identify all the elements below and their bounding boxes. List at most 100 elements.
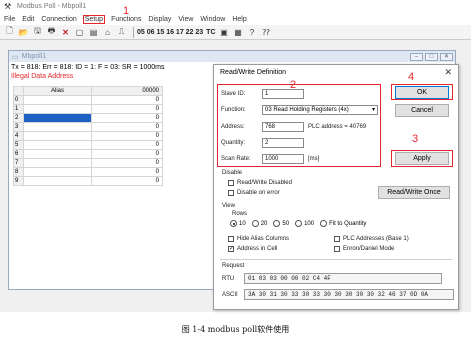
ok-button[interactable]: OK	[395, 86, 449, 99]
rows-option-label: 50	[282, 220, 290, 227]
menu-display[interactable]: Display	[148, 16, 171, 23]
scan-rate-unit: [ms]	[308, 156, 320, 162]
table-row[interactable]: 30	[13, 122, 163, 132]
pulse-icon[interactable]: ⎍	[116, 27, 127, 38]
row-index: 7	[13, 158, 24, 168]
function-codes[interactable]: 05 06 15 16 17 22 23	[137, 29, 203, 36]
alias-cell[interactable]	[23, 104, 92, 114]
table-row[interactable]: 10	[13, 104, 163, 114]
menu-edit[interactable]: Edit	[22, 16, 34, 23]
child-title-bar: ▭ Mbpoll1 – □ ✕	[9, 51, 455, 62]
read-write-once-button[interactable]: Read/Write Once	[378, 186, 450, 199]
rows-radio-100[interactable]: 100	[295, 220, 314, 227]
grid-header-alias: Alias	[23, 86, 92, 96]
value-cell[interactable]: 0	[91, 122, 163, 132]
apply-button[interactable]: Apply	[395, 152, 449, 165]
rows-radio-fit[interactable]: Fit to Quantity	[320, 220, 366, 227]
table-row[interactable]: 80	[13, 167, 163, 177]
close-icon[interactable]: ✕	[444, 67, 452, 78]
row-index: 2	[13, 113, 24, 123]
address-in-cell-checkbox[interactable]: ✓ Address in Cell	[228, 246, 277, 252]
table-row[interactable]: 40	[13, 131, 163, 141]
grid-icon[interactable]: ▦	[233, 27, 244, 38]
checkbox-icon	[228, 190, 234, 196]
alias-cell[interactable]	[23, 113, 92, 123]
alias-cell[interactable]	[23, 167, 92, 177]
alias-cell[interactable]	[23, 131, 92, 141]
menu-file[interactable]: File	[4, 16, 15, 23]
table-row[interactable]: 60	[13, 149, 163, 159]
value-cell[interactable]: 0	[91, 95, 163, 105]
alias-cell[interactable]	[23, 149, 92, 159]
alias-cell[interactable]	[23, 122, 92, 132]
value-cell[interactable]: 0	[91, 104, 163, 114]
rtu-row: RTU 01 03 03 00 00 02 C4 4F	[222, 273, 442, 284]
traffic-button[interactable]: TC	[206, 29, 215, 36]
table-row[interactable]: 50	[13, 140, 163, 150]
register-grid: Alias 00000 00 10 20 30 40 50 60 70 80 9…	[13, 86, 163, 186]
print-icon[interactable]: 🖶	[46, 26, 57, 38]
table-row[interactable]: 00	[13, 95, 163, 105]
maximize-icon[interactable]: □	[425, 53, 438, 61]
document-icon[interactable]: ▤	[88, 27, 99, 38]
checkbox-icon	[334, 236, 340, 242]
ascii-request-field: 3A 30 31 30 33 30 33 30 30 30 30 30 32 4…	[244, 289, 454, 300]
scan-rate-input[interactable]: 1000	[262, 154, 304, 164]
slave-id-input[interactable]: 1	[262, 89, 304, 99]
row-index: 4	[13, 131, 24, 141]
value-cell[interactable]: 0	[91, 176, 163, 186]
value-cell[interactable]: 0	[91, 131, 163, 141]
quantity-input[interactable]: 2	[262, 138, 304, 148]
function-select[interactable]: 03 Read Holding Registers (4x) ▾	[262, 105, 378, 115]
alias-cell[interactable]	[23, 140, 92, 150]
row-index: 1	[13, 104, 24, 114]
address-input[interactable]: 768	[262, 122, 304, 132]
value-cell[interactable]: 0	[91, 140, 163, 150]
annotation-3: 3	[412, 133, 419, 145]
save-icon[interactable]: 🖫	[32, 26, 43, 38]
value-cell[interactable]: 0	[91, 113, 163, 123]
cancel-button[interactable]: Cancel	[395, 104, 449, 117]
view-group-label: View	[222, 203, 235, 209]
hide-alias-checkbox[interactable]: Hide Alias Columns	[228, 236, 289, 242]
disconnect-icon[interactable]: ✕	[60, 27, 71, 38]
enron-mode-checkbox[interactable]: Enron/Daniel Mode	[334, 246, 394, 252]
value-cell[interactable]: 0	[91, 149, 163, 159]
rows-radio-50[interactable]: 50	[273, 220, 289, 227]
read-write-disabled-checkbox[interactable]: Read/Write Disabled	[228, 180, 292, 186]
row-index: 9	[13, 176, 24, 186]
monitor-icon[interactable]: ▣	[219, 27, 230, 38]
rows-radio-20[interactable]: 20	[251, 220, 267, 227]
help-icon[interactable]: ?	[247, 27, 258, 38]
rows-radio-10[interactable]: 10	[230, 220, 246, 227]
row-index: 6	[13, 149, 24, 159]
address-label: Address:	[221, 124, 245, 130]
new-file-icon[interactable]: 🗋	[4, 26, 15, 38]
disable-on-error-checkbox[interactable]: Disable on error	[228, 190, 280, 196]
open-folder-icon[interactable]: 📂	[18, 27, 29, 38]
menu-window[interactable]: Window	[200, 16, 225, 23]
rows-group-label: Rows	[232, 211, 248, 217]
table-row[interactable]: 70	[13, 158, 163, 168]
bank-icon[interactable]: ⌂	[102, 27, 113, 38]
value-cell[interactable]: 0	[91, 167, 163, 177]
window-icon[interactable]: ▢	[74, 27, 85, 38]
row-index: 3	[13, 122, 24, 132]
menu-setup[interactable]: Setup	[82, 14, 106, 24]
function-label: Function:	[221, 107, 246, 113]
plc-addresses-checkbox[interactable]: PLC Addresses (Base 1)	[334, 236, 409, 242]
value-cell[interactable]: 0	[91, 158, 163, 168]
minimize-icon[interactable]: –	[410, 53, 423, 61]
menu-help[interactable]: Help	[232, 16, 246, 23]
rows-option-label: Fit to Quantity	[329, 220, 367, 227]
table-row[interactable]: 90	[13, 176, 163, 186]
table-row-selected[interactable]: 20	[13, 113, 163, 123]
menu-connection[interactable]: Connection	[41, 16, 76, 23]
menu-view[interactable]: View	[178, 16, 193, 23]
alias-cell[interactable]	[23, 95, 92, 105]
alias-cell[interactable]	[23, 176, 92, 186]
enron-mode-label: Enron/Daniel Mode	[343, 246, 395, 252]
context-help-icon[interactable]: ⁇	[261, 27, 272, 38]
close-child-icon[interactable]: ✕	[440, 53, 453, 61]
alias-cell[interactable]	[23, 158, 92, 168]
